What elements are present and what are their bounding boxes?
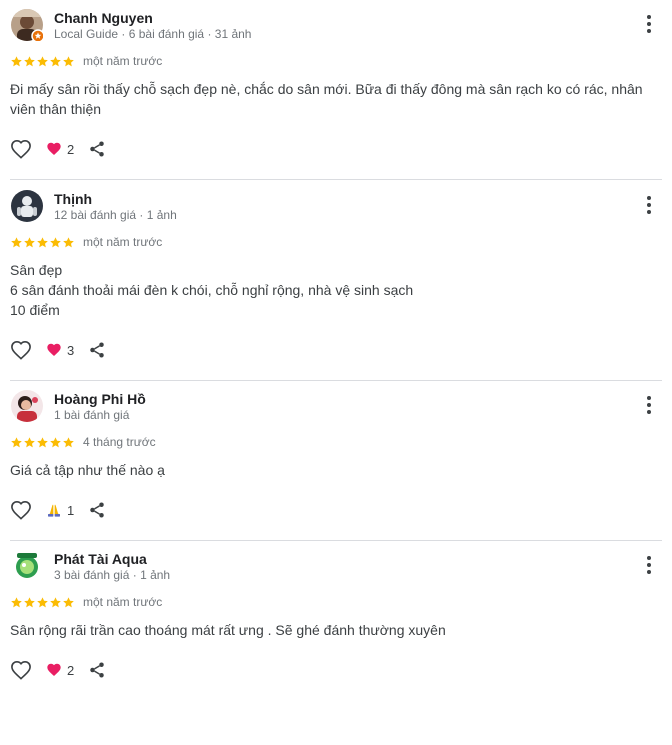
heart-icon: [46, 342, 62, 358]
star-icon: [36, 436, 49, 449]
star-icon: [10, 596, 23, 609]
like-icon[interactable]: [10, 340, 32, 360]
more-options-icon[interactable]: [640, 13, 658, 37]
more-options-icon[interactable]: [640, 194, 658, 218]
star-icon: [23, 55, 36, 68]
review-header: Chanh Nguyen Local Guide · 6 bài đánh gi…: [10, 9, 662, 43]
reviewer-meta: Local Guide · 6 bài đánh giá · 31 ảnh: [54, 27, 252, 41]
star-rating: [10, 436, 75, 449]
reaction-count: 2: [67, 141, 75, 157]
star-icon: [49, 55, 62, 68]
more-options-icon[interactable]: [640, 394, 658, 418]
review-header: Hoàng Phi Hồ 1 bài đánh giá: [10, 390, 662, 424]
avatar[interactable]: [11, 9, 43, 41]
reviewer-name[interactable]: Chanh Nguyen: [54, 10, 153, 26]
review-text: Sân đẹp 6 sân đánh thoải mái đèn k chói,…: [10, 262, 414, 318]
star-icon: [23, 436, 36, 449]
like-icon[interactable]: [10, 500, 32, 520]
review-card: Phát Tài Aqua 3 bài đánh giá · 1 ảnh một…: [10, 541, 662, 680]
like-icon[interactable]: [10, 660, 32, 680]
share-icon[interactable]: [88, 341, 106, 359]
star-icon: [10, 55, 23, 68]
like-icon[interactable]: [10, 139, 32, 159]
star-icon: [23, 236, 36, 249]
reviewer-meta: 1 bài đánh giá: [54, 408, 130, 422]
share-icon[interactable]: [88, 140, 106, 158]
review-time: 4 tháng trước: [83, 435, 156, 449]
star-icon: [49, 236, 62, 249]
review-card: Chanh Nguyen Local Guide · 6 bài đánh gi…: [10, 0, 662, 180]
share-icon[interactable]: [88, 661, 106, 679]
reaction-count: 2: [67, 662, 75, 678]
review-actions: 3: [10, 340, 662, 360]
reaction[interactable]: 2: [46, 141, 74, 157]
star-icon: [10, 436, 23, 449]
review-time: một năm trước: [83, 595, 163, 609]
rating-row: một năm trước: [10, 52, 662, 70]
review-actions: 2: [10, 660, 662, 680]
share-icon[interactable]: [88, 501, 106, 519]
star-icon: [10, 236, 23, 249]
avatar[interactable]: [11, 390, 43, 422]
star-icon: [62, 436, 75, 449]
reviewer-name[interactable]: Phát Tài Aqua: [54, 551, 147, 567]
review-actions: 2: [10, 139, 662, 159]
review-header: Phát Tài Aqua 3 bài đánh giá · 1 ảnh: [10, 550, 662, 584]
star-icon: [49, 596, 62, 609]
heart-icon: [46, 141, 62, 157]
star-icon: [62, 596, 75, 609]
review-card: Thịnh 12 bài đánh giá · 1 ảnh một năm tr…: [10, 180, 662, 381]
review-text: Sân rộng rãi trần cao thoáng mát rất ưng…: [10, 622, 446, 638]
reviews-list: Chanh Nguyen Local Guide · 6 bài đánh gi…: [0, 0, 672, 680]
star-rating: [10, 55, 75, 68]
star-icon: [23, 596, 36, 609]
more-options-icon[interactable]: [640, 554, 658, 578]
review-text: Giá cả tập như thế nào ạ: [10, 462, 165, 478]
star-icon: [62, 236, 75, 249]
rating-row: một năm trước: [10, 233, 662, 251]
review-actions: 1: [10, 500, 662, 520]
reviewer-meta: 3 bài đánh giá · 1 ảnh: [54, 568, 171, 582]
reviewer-name[interactable]: Thịnh: [54, 191, 92, 207]
review-card: Hoàng Phi Hồ 1 bài đánh giá 4 tháng trướ…: [10, 381, 662, 541]
rating-row: một năm trước: [10, 593, 662, 611]
star-icon: [62, 55, 75, 68]
reaction[interactable]: 1: [46, 502, 74, 518]
reviewer-meta: 12 bài đánh giá · 1 ảnh: [54, 208, 177, 222]
reviewer-name[interactable]: Hoàng Phi Hồ: [54, 391, 146, 407]
star-rating: [10, 596, 75, 609]
avatar[interactable]: [11, 190, 43, 222]
heart-icon: [46, 662, 62, 678]
avatar[interactable]: [11, 550, 43, 582]
star-icon: [36, 236, 49, 249]
star-rating: [10, 236, 75, 249]
review-time: một năm trước: [83, 54, 163, 68]
rating-row: 4 tháng trước: [10, 433, 662, 451]
star-icon: [49, 436, 62, 449]
folded-hands-icon: [46, 502, 62, 518]
reaction-count: 3: [67, 342, 75, 358]
reaction[interactable]: 3: [46, 342, 74, 358]
review-header: Thịnh 12 bài đánh giá · 1 ảnh: [10, 190, 662, 224]
reaction[interactable]: 2: [46, 662, 74, 678]
star-icon: [36, 55, 49, 68]
star-icon: [36, 596, 49, 609]
review-text: Đi mấy sân rồi thấy chỗ sạch đẹp nè, chắ…: [10, 81, 643, 117]
reaction-count: 1: [67, 502, 75, 518]
review-time: một năm trước: [83, 235, 163, 249]
